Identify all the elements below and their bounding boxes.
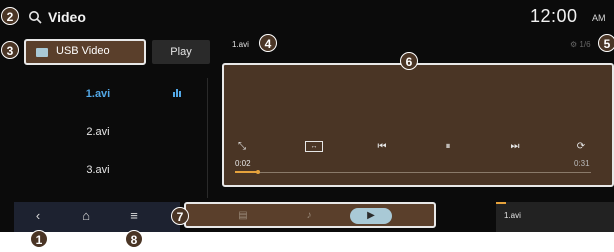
- clock-time: 12:00: [530, 6, 578, 26]
- mini-player[interactable]: 1.avi: [496, 202, 614, 232]
- pause-icon[interactable]: ⏸: [441, 141, 455, 153]
- folder-icon: [36, 48, 48, 57]
- list-item[interactable]: 3.avi: [24, 160, 172, 180]
- aspect-ratio-icon[interactable]: ↔: [305, 141, 323, 152]
- next-track-icon[interactable]: ⏭: [508, 141, 522, 153]
- mini-player-accent: [496, 202, 506, 204]
- home-icon[interactable]: ⌂: [74, 206, 98, 226]
- now-playing-icon: [173, 89, 183, 97]
- callout-badge: 5: [598, 34, 614, 52]
- progress-bar[interactable]: [235, 170, 591, 174]
- media-mode-bar: ▤ ♪ ▶: [184, 202, 436, 228]
- callout-badge: 1: [30, 230, 48, 248]
- video-icon[interactable]: ▶: [350, 208, 392, 224]
- callout-badge: 6: [400, 52, 418, 70]
- list-item[interactable]: 2.avi: [24, 122, 172, 142]
- callout-badge: 7: [171, 207, 189, 225]
- radio-icon[interactable]: ▤: [222, 208, 264, 224]
- current-file-name: 1.avi: [232, 40, 249, 49]
- callout-badge: 4: [259, 34, 277, 52]
- list-item[interactable]: 1.avi: [24, 84, 172, 104]
- callout-badge: 8: [125, 230, 143, 248]
- clock-ampm: AM: [592, 13, 606, 23]
- video-player[interactable]: ⤡ ↔ ⏮ ⏸ ⏭ ⟳ 0:02 0:31: [222, 63, 614, 187]
- mini-player-file-name: 1.avi: [504, 211, 521, 220]
- music-icon[interactable]: ♪: [288, 208, 330, 224]
- repeat-icon[interactable]: ⟳: [574, 141, 588, 153]
- source-label: USB Video: [56, 45, 110, 57]
- page-title: Video: [48, 9, 86, 25]
- callout-badge: 3: [1, 41, 19, 59]
- progress-knob[interactable]: [256, 170, 261, 174]
- progress-fill: [235, 171, 259, 173]
- usb-video-source-button[interactable]: USB Video: [24, 39, 146, 65]
- file-counter: ⚙ 1/6: [570, 40, 591, 49]
- callout-badge: 2: [1, 7, 19, 25]
- back-icon[interactable]: ‹: [26, 206, 50, 226]
- video-screen: Video 12:00 AM USB Video Play 1.avi 2.av…: [0, 0, 614, 232]
- list-scrollbar[interactable]: [207, 78, 208, 198]
- menu-icon[interactable]: ≡: [122, 206, 146, 226]
- play-button[interactable]: Play: [152, 40, 210, 64]
- search-icon[interactable]: [28, 10, 42, 24]
- current-time: 0:02: [235, 159, 251, 168]
- fullscreen-icon[interactable]: ⤡: [235, 141, 249, 153]
- file-counter-value: 1/6: [579, 40, 591, 49]
- total-time: 0:31: [574, 159, 590, 168]
- previous-track-icon[interactable]: ⏮: [375, 141, 389, 153]
